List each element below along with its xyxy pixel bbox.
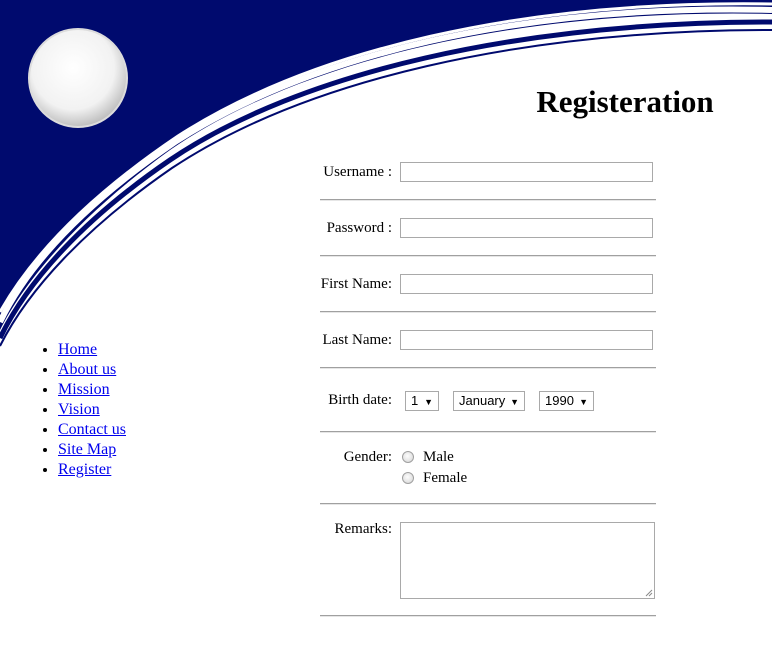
divider <box>320 199 656 201</box>
birth-month-select[interactable]: January ▼ <box>453 391 525 411</box>
birth-day-value: 1 <box>411 393 419 408</box>
birth-month-value: January <box>459 393 506 408</box>
gender-female-radio[interactable] <box>402 472 414 484</box>
resize-grip-icon[interactable] <box>645 589 653 597</box>
divider <box>320 503 656 505</box>
gender-label: Gender: <box>343 449 392 465</box>
page-title: Registeration <box>536 84 714 119</box>
birth-year-value: 1990 <box>545 393 574 408</box>
nav-item-mission: Mission <box>58 380 126 400</box>
birth-day-select[interactable]: 1 ▼ <box>405 391 439 411</box>
nav-item-home: Home <box>58 340 126 360</box>
remarks-textarea[interactable] <box>400 522 655 599</box>
side-navigation: Home About us Mission Vision Contact us … <box>18 340 126 480</box>
divider <box>320 311 656 313</box>
username-label: Username : <box>323 164 392 180</box>
divider <box>320 431 656 433</box>
gender-male-radio[interactable] <box>402 451 414 463</box>
nav-link-site-map[interactable]: Site Map <box>58 441 116 458</box>
first-name-label: First Name: <box>320 276 392 292</box>
birth-date-label: Birth date: <box>328 392 392 408</box>
divider <box>320 255 656 257</box>
nav-link-contact-us[interactable]: Contact us <box>58 421 126 438</box>
nav-item-site-map: Site Map <box>58 440 126 460</box>
last-name-input[interactable] <box>400 330 653 350</box>
nav-link-mission[interactable]: Mission <box>58 381 110 398</box>
remarks-label: Remarks: <box>334 521 393 537</box>
password-label: Password : <box>326 220 392 236</box>
nav-item-about-us: About us <box>58 360 126 380</box>
divider <box>320 367 656 369</box>
decorative-circle <box>28 28 128 128</box>
nav-link-vision[interactable]: Vision <box>58 401 100 418</box>
nav-link-about-us[interactable]: About us <box>58 361 116 378</box>
nav-link-home[interactable]: Home <box>58 341 97 358</box>
dropdown-arrow-icon: ▼ <box>510 397 519 407</box>
gender-female-label: Female <box>423 470 468 486</box>
last-name-label: Last Name: <box>322 332 392 348</box>
nav-item-vision: Vision <box>58 400 126 420</box>
nav-link-register[interactable]: Register <box>58 461 111 478</box>
nav-item-contact-us: Contact us <box>58 420 126 440</box>
divider <box>320 615 656 617</box>
dropdown-arrow-icon: ▼ <box>424 397 433 407</box>
first-name-input[interactable] <box>400 274 653 294</box>
nav-item-register: Register <box>58 460 126 480</box>
birth-year-select[interactable]: 1990 ▼ <box>539 391 594 411</box>
dropdown-arrow-icon: ▼ <box>579 397 588 407</box>
username-input[interactable] <box>400 162 653 182</box>
password-input[interactable] <box>400 218 653 238</box>
gender-male-label: Male <box>423 449 454 465</box>
